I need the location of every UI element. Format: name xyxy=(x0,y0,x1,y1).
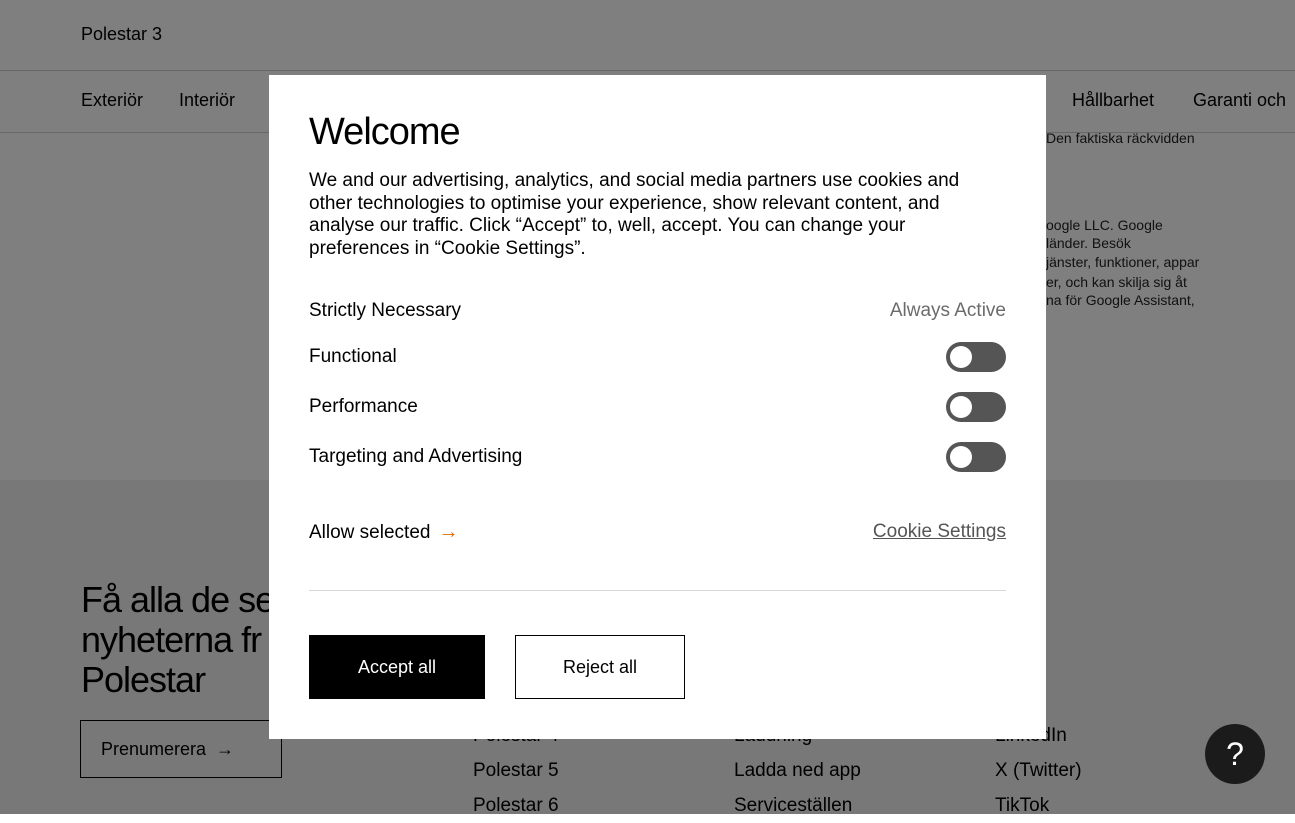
toggle-knob xyxy=(950,346,972,368)
pref-row-strictly-necessary: Strictly Necessary Always Active xyxy=(309,295,1006,327)
reject-all-button[interactable]: Reject all xyxy=(515,635,685,699)
pref-label: Strictly Necessary xyxy=(309,300,462,321)
pref-row-performance: Performance xyxy=(309,391,1006,423)
pref-label: Targeting and Advertising xyxy=(309,446,523,467)
targeting-toggle[interactable] xyxy=(946,442,1006,472)
allow-selected-link[interactable]: Allow selected → xyxy=(309,521,458,544)
pref-label: Performance xyxy=(309,396,418,417)
pref-row-targeting: Targeting and Advertising xyxy=(309,441,1006,473)
accept-all-label: Accept all xyxy=(357,656,437,677)
arrow-right-icon: → xyxy=(438,521,459,543)
cookie-consent-dialog: Welcome We and our advertising, analytic… xyxy=(269,75,1046,739)
toggle-knob xyxy=(950,396,972,418)
dialog-title: Welcome xyxy=(309,111,461,153)
divider xyxy=(309,590,1006,591)
always-active-status: Always Active xyxy=(889,300,1006,321)
dialog-description: We and our advertising, analytics, and s… xyxy=(309,170,960,259)
cookie-settings-link[interactable]: Cookie Settings xyxy=(873,521,1006,543)
pref-row-functional: Functional xyxy=(309,341,1006,373)
accept-all-button[interactable]: Accept all xyxy=(309,635,485,699)
allow-selected-label: Allow selected xyxy=(309,521,431,543)
help-button[interactable]: ? xyxy=(1205,724,1265,784)
question-mark-icon: ? xyxy=(1226,735,1244,772)
toggle-knob xyxy=(950,446,972,468)
functional-toggle[interactable] xyxy=(946,342,1006,372)
reject-all-label: Reject all xyxy=(562,656,638,677)
performance-toggle[interactable] xyxy=(946,392,1006,422)
pref-label: Functional xyxy=(309,346,397,367)
